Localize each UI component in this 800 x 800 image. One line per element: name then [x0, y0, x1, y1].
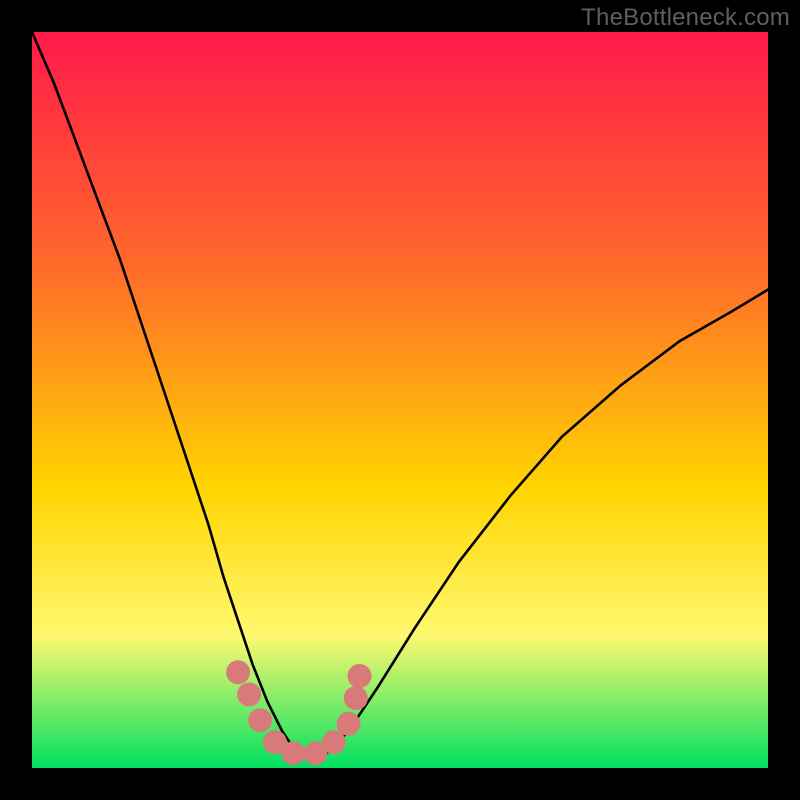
curve-marker: [281, 741, 305, 765]
marker-group: [226, 660, 371, 765]
plot-area: [32, 32, 768, 768]
bottleneck-curve: [32, 32, 768, 761]
curve-marker: [226, 660, 250, 684]
curve-layer: [32, 32, 768, 768]
curve-marker: [348, 664, 372, 688]
chart-frame: TheBottleneck.com: [0, 0, 800, 800]
curve-marker: [337, 712, 361, 736]
curve-marker: [344, 686, 368, 710]
curve-marker: [248, 708, 272, 732]
watermark-text: TheBottleneck.com: [581, 4, 790, 32]
curve-marker: [237, 682, 261, 706]
